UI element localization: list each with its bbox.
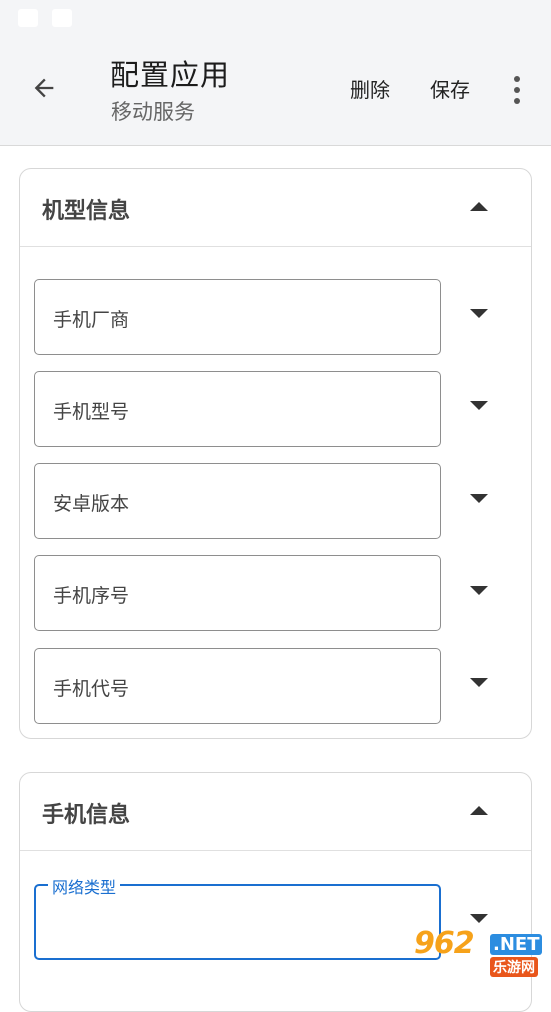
section-title: 机型信息 bbox=[42, 199, 131, 224]
field-label: 手机代号 bbox=[53, 678, 130, 700]
dropdown-arrow-icon[interactable] bbox=[470, 401, 488, 410]
network-type-field[interactable]: 网络类型 bbox=[34, 874, 441, 960]
page-subtitle: 移动服务 bbox=[111, 100, 195, 124]
dropdown-arrow-icon[interactable] bbox=[470, 494, 488, 503]
watermark-name: 乐游网 bbox=[490, 957, 538, 977]
field-label: 网络类型 bbox=[48, 874, 121, 898]
more-vert-icon bbox=[514, 76, 520, 82]
dropdown-arrow-icon[interactable] bbox=[470, 586, 488, 595]
status-bar bbox=[0, 0, 551, 36]
watermark-domain: .NET bbox=[490, 934, 543, 955]
codename-field[interactable]: 手机代号 bbox=[34, 648, 441, 724]
collapse-icon[interactable] bbox=[470, 806, 488, 815]
watermark-logo: 962 .NET 乐游网 bbox=[414, 924, 551, 979]
serial-number-field[interactable]: 手机序号 bbox=[34, 555, 441, 631]
status-icon bbox=[18, 9, 38, 27]
app-bar: 配置应用 移动服务 删除 保存 bbox=[0, 36, 551, 146]
android-version-field[interactable]: 安卓版本 bbox=[34, 463, 441, 539]
dropdown-arrow-icon[interactable] bbox=[470, 309, 488, 318]
save-button[interactable]: 保存 bbox=[430, 74, 470, 103]
watermark-number: 962 bbox=[414, 926, 475, 961]
manufacturer-field[interactable]: 手机厂商 bbox=[34, 279, 441, 355]
collapse-icon[interactable] bbox=[470, 202, 488, 211]
field-label: 手机型号 bbox=[53, 401, 130, 423]
field-label: 手机厂商 bbox=[53, 309, 130, 331]
section-title: 手机信息 bbox=[42, 803, 131, 828]
dropdown-arrow-icon[interactable] bbox=[470, 678, 488, 687]
arrow-left-icon bbox=[34, 78, 54, 98]
section-card-device-model: 机型信息 手机厂商 手机型号 安卓版本 手机序号 手机代号 bbox=[19, 168, 532, 739]
more-options-button[interactable] bbox=[502, 70, 532, 110]
section-header[interactable]: 手机信息 bbox=[20, 773, 531, 851]
page-title: 配置应用 bbox=[110, 58, 231, 92]
back-button[interactable] bbox=[22, 66, 66, 110]
field-label: 安卓版本 bbox=[53, 493, 130, 515]
model-field[interactable]: 手机型号 bbox=[34, 371, 441, 447]
delete-button[interactable]: 删除 bbox=[350, 74, 390, 103]
section-header[interactable]: 机型信息 bbox=[20, 169, 531, 247]
status-icon bbox=[52, 9, 72, 27]
field-label: 手机序号 bbox=[53, 585, 130, 607]
dropdown-arrow-icon[interactable] bbox=[470, 914, 488, 923]
